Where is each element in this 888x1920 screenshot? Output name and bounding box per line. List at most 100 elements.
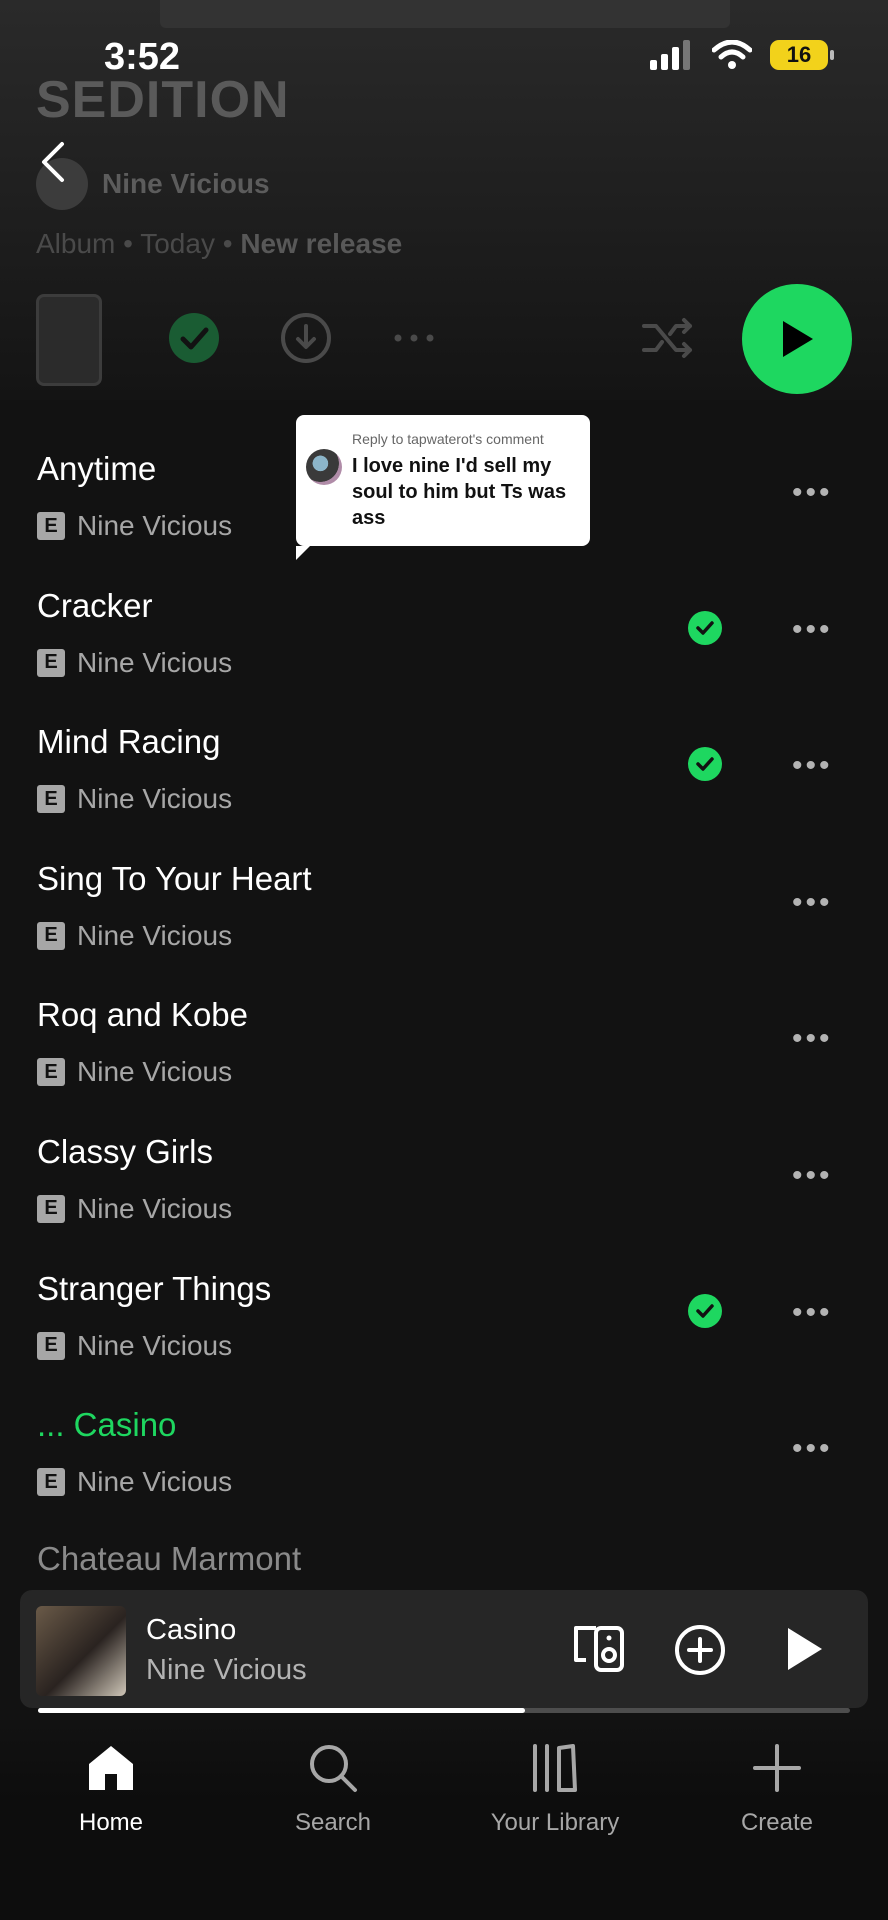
track-artist: Nine Vicious bbox=[77, 510, 233, 541]
comment-text: I love nine I'd sell my soul to him but … bbox=[352, 455, 567, 529]
track-subtitle: E Nine Vicious bbox=[37, 1330, 232, 1362]
track-title: Stranger Things bbox=[37, 1269, 272, 1307]
track-subtitle: E Nine Vicious bbox=[37, 1056, 232, 1088]
commenter-avatar bbox=[306, 449, 342, 485]
downloaded-icon bbox=[688, 610, 722, 645]
plus-icon bbox=[753, 1744, 801, 1792]
track-row[interactable]: Cracker E Nine Vicious ••• bbox=[0, 565, 888, 702]
track-subtitle: E Nine Vicious bbox=[37, 1466, 232, 1498]
track-artist: Nine Vicious bbox=[77, 919, 233, 951]
track-artist: Nine Vicious bbox=[77, 1466, 233, 1498]
mini-player[interactable]: Casino Nine Vicious bbox=[20, 1590, 868, 1708]
track-more-button[interactable]: ••• bbox=[792, 476, 833, 510]
album-artist-row[interactable]: Nine Vicious bbox=[36, 158, 270, 210]
track-title-now-playing: ... Casino bbox=[37, 1406, 177, 1444]
status-icons: 16 bbox=[650, 40, 834, 70]
downloaded-icon bbox=[688, 747, 722, 782]
play-album-button[interactable] bbox=[742, 284, 852, 394]
track-title: Anytime bbox=[37, 450, 157, 487]
nav-create-label: Create bbox=[740, 1809, 814, 1836]
nav-search[interactable]: Search bbox=[233, 1742, 433, 1837]
track-subtitle: E Nine Vicious bbox=[37, 510, 232, 542]
explicit-badge: E bbox=[37, 648, 65, 677]
album-actions bbox=[36, 284, 852, 394]
status-time: 3:52 bbox=[104, 36, 181, 78]
explicit-badge: E bbox=[37, 1331, 65, 1360]
album-cover-top bbox=[160, 0, 730, 28]
track-more-button[interactable]: ••• bbox=[792, 886, 833, 920]
track-row[interactable]: Classy Girls E Nine Vicious ••• bbox=[0, 1111, 888, 1248]
bottom-navigation: Home Search Your Library Create bbox=[0, 1720, 888, 1920]
track-title: Mind Racing bbox=[37, 723, 221, 761]
track-title: Classy Girls bbox=[37, 1132, 214, 1170]
back-icon[interactable] bbox=[38, 140, 68, 184]
explicit-badge: E bbox=[37, 785, 65, 814]
battery-level: 16 bbox=[786, 42, 812, 67]
search-icon bbox=[310, 1745, 357, 1792]
nav-home-label: Home bbox=[78, 1809, 144, 1836]
explicit-badge: E bbox=[37, 1058, 65, 1087]
track-subtitle: E Nine Vicious bbox=[37, 783, 232, 815]
album-release-tag: New release bbox=[240, 228, 403, 259]
track-artist: Nine Vicious bbox=[77, 1056, 233, 1088]
explicit-badge: E bbox=[37, 1468, 65, 1497]
track-more-button[interactable]: ••• bbox=[792, 1159, 833, 1193]
track-subtitle: E Nine Vicious bbox=[37, 647, 232, 679]
cellular-signal-icon bbox=[650, 40, 690, 70]
partial-track-title[interactable]: Chateau Marmont bbox=[37, 1540, 301, 1578]
play-icon bbox=[783, 321, 813, 357]
track-artist: Nine Vicious bbox=[77, 646, 233, 678]
add-to-library-icon[interactable] bbox=[674, 1624, 726, 1676]
more-options-icon[interactable] bbox=[390, 312, 438, 364]
home-icon bbox=[89, 1746, 133, 1790]
wifi-icon bbox=[712, 40, 752, 69]
track-title: Cracker bbox=[37, 586, 153, 624]
playback-progress-bar[interactable] bbox=[38, 1708, 850, 1713]
album-preview-thumbnail[interactable] bbox=[36, 294, 102, 386]
shuffle-icon[interactable] bbox=[640, 312, 696, 364]
connect-device-icon[interactable] bbox=[572, 1624, 628, 1674]
track-row[interactable]: Roq and Kobe E Nine Vicious ••• bbox=[0, 974, 888, 1111]
track-more-button[interactable]: ••• bbox=[792, 613, 833, 647]
track-artist: Nine Vicious bbox=[77, 1192, 233, 1224]
now-playing-title: Casino bbox=[146, 1614, 237, 1646]
track-more-button[interactable]: ••• bbox=[792, 1022, 833, 1056]
track-list: Anytime E Nine Vicious ••• Cracker E Nin… bbox=[0, 428, 888, 1521]
track-subtitle: E Nine Vicious bbox=[37, 1193, 232, 1225]
track-row[interactable]: Sing To Your Heart E Nine Vicious ••• bbox=[0, 838, 888, 975]
explicit-badge: E bbox=[37, 1194, 65, 1223]
album-type: Album bbox=[36, 228, 116, 259]
track-subtitle: E Nine Vicious bbox=[37, 920, 232, 952]
explicit-badge: E bbox=[37, 921, 65, 950]
track-row[interactable]: ... Casino E Nine Vicious ••• bbox=[0, 1384, 888, 1521]
album-artist-name: Nine Vicious bbox=[102, 168, 270, 199]
album-meta: Album • Today • New release bbox=[36, 228, 403, 259]
album-date: Today bbox=[140, 228, 215, 259]
comment-reply-bubble: Reply to tapwaterot's comment I love nin… bbox=[296, 415, 590, 560]
track-title: Sing To Your Heart bbox=[37, 859, 312, 897]
nav-library[interactable]: Your Library bbox=[455, 1742, 655, 1837]
track-more-button[interactable]: ••• bbox=[792, 1296, 833, 1330]
track-artist: Nine Vicious bbox=[77, 1329, 233, 1361]
track-more-button[interactable]: ••• bbox=[792, 749, 833, 783]
nav-home[interactable]: Home bbox=[11, 1742, 211, 1837]
playback-progress-fill bbox=[38, 1708, 526, 1713]
downloaded-icon bbox=[688, 1293, 722, 1328]
comment-reply-to: Reply to tapwaterot's comment bbox=[352, 431, 544, 447]
track-artist: Nine Vicious bbox=[77, 783, 233, 815]
download-icon[interactable] bbox=[280, 312, 332, 364]
explicit-badge: E bbox=[37, 512, 65, 540]
album-title: SEDITION bbox=[36, 71, 290, 129]
nav-create[interactable]: Create bbox=[677, 1742, 877, 1837]
mini-player-play-icon[interactable] bbox=[782, 1624, 826, 1674]
track-row[interactable]: Mind Racing E Nine Vicious ••• bbox=[0, 701, 888, 838]
now-playing-artwork bbox=[36, 1606, 126, 1696]
track-more-button[interactable]: ••• bbox=[792, 1432, 833, 1466]
saved-check-icon[interactable] bbox=[168, 312, 220, 364]
track-row[interactable]: Stranger Things E Nine Vicious ••• bbox=[0, 1248, 888, 1385]
battery-icon: 16 bbox=[770, 40, 834, 70]
library-icon bbox=[533, 1744, 577, 1792]
nav-library-label: Your Library bbox=[490, 1809, 620, 1836]
nav-search-label: Search bbox=[294, 1809, 372, 1836]
track-title: Roq and Kobe bbox=[37, 996, 249, 1034]
